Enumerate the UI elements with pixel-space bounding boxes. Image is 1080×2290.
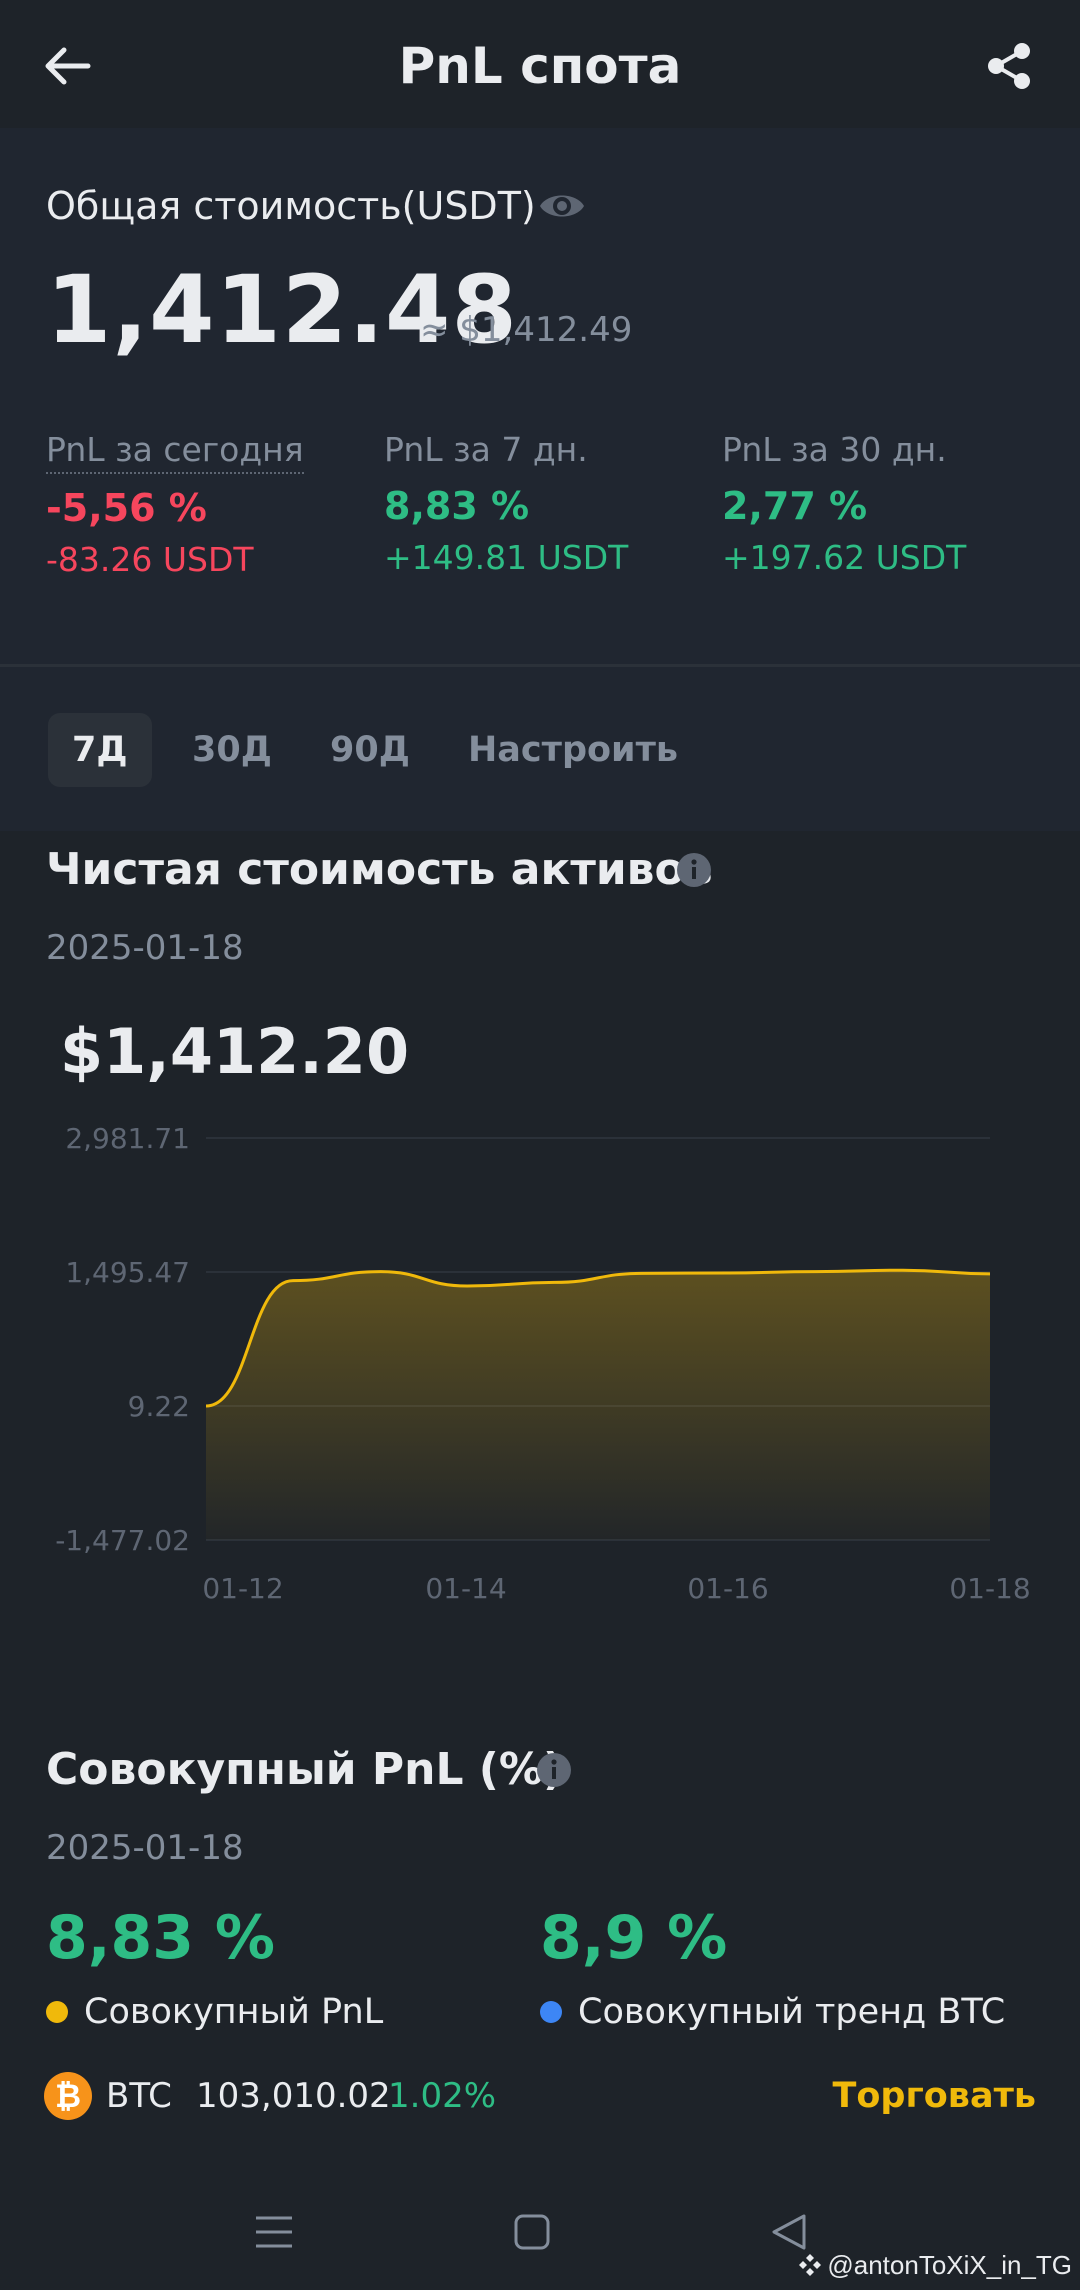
net-assets-chart[interactable]: 2,981.71 1,495.47 9.22 -1,477.02 01-12 01-14 0…: [0, 1110, 1080, 1630]
pnl-30d-label: PnL за 30 дн.: [722, 430, 947, 469]
eye-icon[interactable]: [538, 184, 586, 228]
back-button[interactable]: [38, 36, 98, 96]
system-nav-bar: @antonToXiX_in_TG: [0, 2180, 1080, 2290]
app-header: PnL спота: [0, 0, 1080, 128]
watermark-text: @antonToXiX_in_TG: [827, 2250, 1072, 2280]
bitcoin-icon: ₿: [44, 2072, 92, 2120]
legend-btc-trend-label: Совокупный тренд BTC: [578, 1992, 1006, 2032]
y-tick-label: 2,981.71: [65, 1122, 190, 1155]
info-icon[interactable]: [676, 852, 712, 888]
legend-cumulative-pnl: Совокупный PnL: [46, 1990, 383, 2034]
info-icon[interactable]: [536, 1752, 572, 1788]
y-tick-label: 1,495.47: [65, 1256, 190, 1289]
portfolio-summary: Общая стоимость(USDT) 1,412.48 ≈ $1,412.…: [0, 128, 1080, 664]
pnl-today-percent: -5,56 %: [46, 486, 207, 530]
menu-icon: [256, 2216, 292, 2248]
pnl-7d-label: PnL за 7 дн.: [384, 430, 588, 469]
period-tabs: 7Д 30Д 90Д Настроить: [0, 667, 1080, 831]
arrow-left-icon: [45, 47, 91, 85]
ticker-symbol: BTC: [106, 2076, 172, 2116]
net-assets-date: 2025-01-18: [46, 928, 244, 968]
legend-dot-blue: [540, 2001, 562, 2023]
pnl-30d: PnL за 30 дн. 2,77 % +197.62 USDT: [722, 428, 966, 580]
tab-30d[interactable]: 30Д: [168, 713, 296, 787]
pnl-today-usdt: -83.26 USDT: [46, 540, 254, 579]
x-tick-label: 01-12: [202, 1572, 283, 1605]
watermark: @antonToXiX_in_TG: [797, 2248, 1072, 2282]
y-tick-label: 9.22: [128, 1390, 190, 1423]
cumulative-date: 2025-01-18: [46, 1828, 244, 1868]
net-assets-value: $1,412.20: [60, 1015, 410, 1088]
triangle-back-icon: [772, 2214, 806, 2250]
pnl-7d-percent: 8,83 %: [384, 484, 530, 528]
net-assets-title: Чистая стоимость активов: [46, 844, 713, 895]
recent-apps-button[interactable]: [244, 2202, 304, 2262]
binance-logo-icon: [799, 2254, 822, 2276]
legend-btc-trend: Совокупный тренд BTC: [540, 1990, 1005, 2034]
tab-customize[interactable]: Настроить: [444, 713, 702, 787]
total-value-usd: ≈ $1,412.49: [420, 310, 633, 350]
trade-button[interactable]: Торговать: [833, 2074, 1037, 2118]
home-square-icon: [514, 2214, 550, 2250]
btc-ticker-row[interactable]: ₿ BTC 103,010.02 1.02% Торговать: [44, 2068, 1036, 2124]
pnl-today: PnL за сегодня -5,56 % -83.26 USDT: [46, 428, 304, 582]
ticker-price: 103,010.02: [196, 2076, 391, 2116]
tab-7d[interactable]: 7Д: [48, 713, 152, 787]
total-value-label: Общая стоимость(USDT): [46, 184, 536, 228]
home-button[interactable]: [502, 2202, 562, 2262]
x-tick-label: 01-16: [687, 1572, 768, 1605]
legend-dot-yellow: [46, 2001, 68, 2023]
pnl-7d-usdt: +149.81 USDT: [384, 538, 629, 577]
share-button[interactable]: [978, 34, 1042, 98]
y-tick-label: -1,477.02: [55, 1524, 190, 1557]
x-tick-label: 01-14: [425, 1572, 506, 1605]
pnl-today-label[interactable]: PnL за сегодня: [46, 428, 304, 474]
page-title: PnL спота: [398, 37, 682, 95]
ticker-change: 1.02%: [388, 2076, 497, 2116]
tab-90d[interactable]: 90Д: [306, 713, 434, 787]
x-tick-label: 01-18: [949, 1572, 1030, 1605]
cumulative-btc-value: 8,9 %: [540, 1903, 728, 1973]
pnl-30d-percent: 2,77 %: [722, 484, 868, 528]
share-icon: [988, 43, 1030, 89]
area-fill: [206, 1270, 990, 1540]
cumulative-pnl-title: Совокупный PnL (%): [46, 1744, 564, 1795]
pnl-30d-usdt: +197.62 USDT: [722, 538, 967, 577]
cumulative-pnl-value: 8,83 %: [46, 1903, 276, 1973]
pnl-7d: PnL за 7 дн. 8,83 % +149.81 USDT: [384, 428, 628, 580]
legend-cumulative-pnl-label: Совокупный PnL: [84, 1992, 384, 2032]
